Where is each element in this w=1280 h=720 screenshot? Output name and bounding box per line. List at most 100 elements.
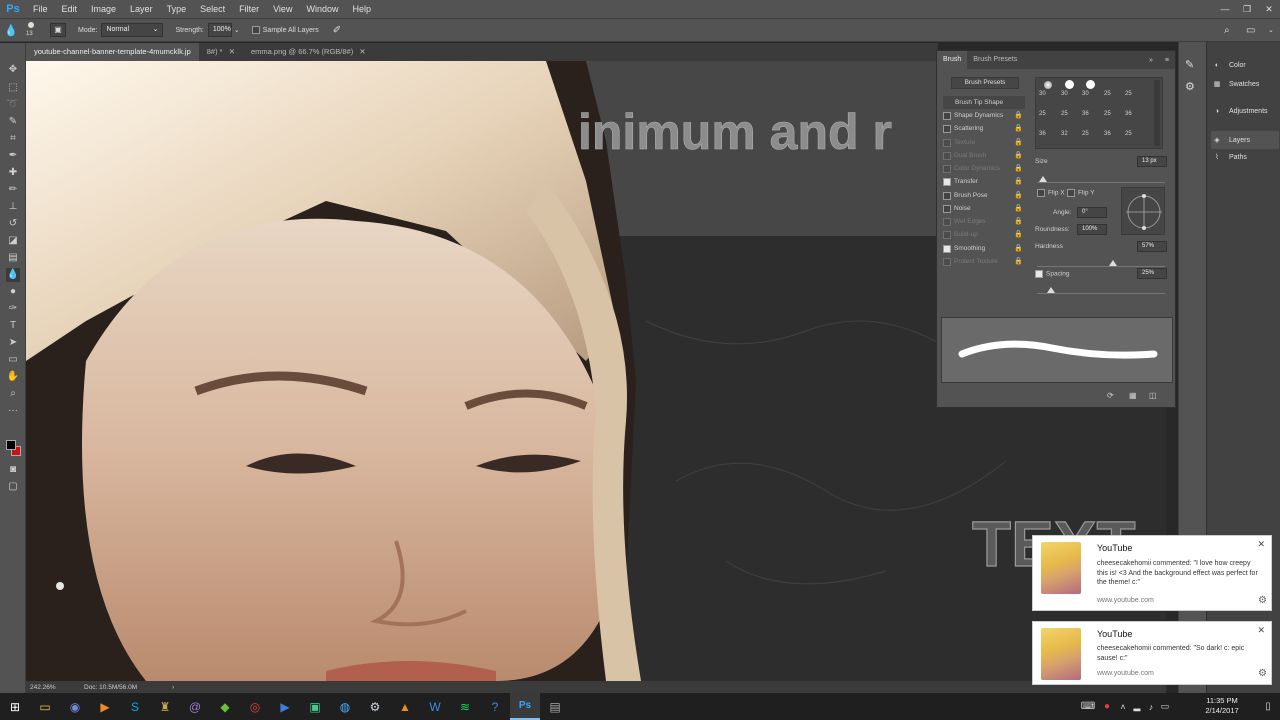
pressure-strength-icon[interactable]: ✐: [333, 25, 341, 36]
action-center-icon[interactable]: ▯: [1256, 693, 1280, 720]
dock-color[interactable]: ◐ Color: [1211, 56, 1279, 74]
browser-globe-icon[interactable]: ◍: [330, 693, 360, 720]
option-checkbox[interactable]: [943, 124, 951, 133]
tab-brush-presets[interactable]: Brush Presets: [967, 51, 1023, 69]
gear-icon[interactable]: ⚙: [1258, 595, 1267, 606]
strength-dropdown-arrow-icon[interactable]: ⌄: [234, 26, 240, 34]
spacing-control[interactable]: Spacing: [1035, 270, 1070, 278]
option-shape-dynamics[interactable]: Shape Dynamics 🔒: [943, 109, 1025, 122]
spacing-checkbox[interactable]: [1035, 270, 1043, 278]
menu-type[interactable]: Type: [160, 4, 194, 14]
tab-brush[interactable]: Brush: [937, 51, 968, 69]
screen-mode-icon[interactable]: ▢: [6, 480, 20, 494]
roundness-field[interactable]: 100%: [1077, 224, 1107, 235]
media-player-icon[interactable]: ▶: [90, 693, 120, 720]
status-arrow-icon[interactable]: ›: [172, 684, 174, 691]
option-smoothing[interactable]: Smoothing 🔒: [943, 242, 1025, 255]
spotify-icon[interactable]: ≋: [450, 693, 480, 720]
menu-file[interactable]: File: [26, 4, 55, 14]
tip-grid-scrollbar[interactable]: [1154, 80, 1160, 146]
photoshop-taskbar-icon[interactable]: Ps: [510, 693, 540, 720]
menu-filter[interactable]: Filter: [232, 4, 266, 14]
option-checkbox[interactable]: [943, 111, 951, 120]
menu-window[interactable]: Window: [299, 4, 345, 14]
menu-edit[interactable]: Edit: [55, 4, 85, 14]
mode-dropdown[interactable]: Normal ⌄: [101, 23, 164, 37]
hardness-slider-thumb[interactable]: [1109, 260, 1117, 266]
flip-y-control[interactable]: Flip Y: [1067, 189, 1095, 197]
tab-youtube-banner[interactable]: youtube-channel-banner-template-4mumcklk…: [26, 43, 199, 61]
marquee-tool-icon[interactable]: ⬚: [6, 81, 20, 95]
quick-mask-icon[interactable]: ◙: [6, 463, 20, 477]
brush-settings-icon[interactable]: ⚙: [1185, 80, 1195, 93]
close-button[interactable]: ✕: [1258, 0, 1280, 18]
hardness-field[interactable]: 57%: [1137, 241, 1167, 252]
quick-select-tool-icon[interactable]: ✎: [6, 115, 20, 129]
option-checkbox[interactable]: [943, 204, 951, 213]
close-icon[interactable]: ✕: [1257, 625, 1265, 636]
dock-paths[interactable]: ⌇ Paths: [1211, 148, 1279, 166]
lock-icon[interactable]: 🔒: [1014, 202, 1023, 215]
brush-size-picker[interactable]: 13: [22, 19, 50, 41]
lock-icon[interactable]: 🔒: [1014, 175, 1023, 188]
rectangle-tool-icon[interactable]: ▭: [6, 353, 20, 367]
history-brush-tool-icon[interactable]: ↺: [6, 217, 20, 231]
option-scattering[interactable]: Scattering 🔒: [943, 122, 1025, 135]
dock-swatches[interactable]: ▦ Swatches: [1211, 75, 1279, 93]
tray-up-icon[interactable]: ˄: [1116, 693, 1130, 720]
path-selection-tool-icon[interactable]: ➤: [6, 336, 20, 350]
skype-icon[interactable]: S: [120, 693, 150, 720]
lock-icon[interactable]: 🔒: [1014, 242, 1023, 255]
move-tool-icon[interactable]: ✥: [6, 63, 20, 77]
angle-field[interactable]: 0°: [1077, 207, 1107, 218]
lock-icon[interactable]: 🔒: [1014, 122, 1023, 135]
windows-start-icon[interactable]: ⊞: [0, 693, 30, 720]
remote-desktop-icon[interactable]: ▤: [540, 693, 570, 720]
panel-menu-icon[interactable]: ≡: [1159, 57, 1175, 64]
brush-panel-toggle-icon[interactable]: ▣: [50, 23, 66, 37]
brush-tool-icon[interactable]: ✏: [6, 183, 20, 197]
chrome-icon[interactable]: ◎: [240, 693, 270, 720]
dock-adjustments[interactable]: ◑ Adjustments: [1211, 102, 1279, 120]
more-tools-icon[interactable]: ···: [6, 404, 20, 418]
toggle-live-tip-icon[interactable]: ⟳: [1107, 391, 1114, 400]
option-brush-tip-shape[interactable]: Brush Tip Shape: [943, 96, 1025, 109]
hand-tool-icon[interactable]: ✋: [6, 370, 20, 384]
angle-roundness-widget[interactable]: [1121, 187, 1165, 235]
volume-icon[interactable]: ♪: [1144, 693, 1158, 720]
size-field[interactable]: 13 px: [1137, 156, 1167, 167]
option-transfer[interactable]: Transfer 🔒: [943, 175, 1025, 188]
brush-tip-hard-icon[interactable]: [1065, 80, 1074, 89]
spacing-field[interactable]: 25%: [1137, 268, 1167, 279]
flip-x-checkbox[interactable]: [1037, 189, 1045, 197]
size-slider-track[interactable]: [1037, 182, 1165, 183]
zoom-level[interactable]: 242.26%: [26, 684, 84, 691]
sample-all-layers-checkbox[interactable]: [251, 26, 260, 34]
minecraft-icon[interactable]: ◆: [210, 693, 240, 720]
minimize-button[interactable]: —: [1214, 0, 1236, 18]
option-checkbox[interactable]: [943, 177, 951, 186]
language-icon[interactable]: ▭: [1158, 693, 1172, 720]
menu-help[interactable]: Help: [345, 4, 378, 14]
menu-select[interactable]: Select: [193, 4, 232, 14]
lock-icon[interactable]: 🔒: [1014, 109, 1023, 122]
menu-layer[interactable]: Layer: [123, 4, 160, 14]
app-swirl-icon[interactable]: @: [180, 693, 210, 720]
video-player-icon[interactable]: ▶: [270, 693, 300, 720]
restore-button[interactable]: ❐: [1236, 0, 1258, 18]
option-checkbox[interactable]: [943, 191, 951, 200]
word-icon[interactable]: W: [420, 693, 450, 720]
foreground-color-swatch[interactable]: [6, 440, 16, 450]
tab-emma-png[interactable]: emma.png @ 66.7% (RGB/8#) ✕: [243, 43, 374, 61]
brush-panel-icon[interactable]: ✎: [1185, 58, 1194, 71]
lasso-tool-icon[interactable]: ➰: [6, 98, 20, 112]
blur-tool-icon[interactable]: 💧: [6, 268, 20, 282]
brush-presets-button[interactable]: Brush Presets: [951, 77, 1019, 89]
help-icon[interactable]: ?: [480, 693, 510, 720]
file-explorer-icon[interactable]: ▭: [30, 693, 60, 720]
spacing-slider-thumb[interactable]: [1047, 287, 1055, 293]
gear-icon[interactable]: ⚙: [1258, 668, 1267, 679]
discord-icon[interactable]: ◉: [60, 693, 90, 720]
hardness-slider-track[interactable]: [1037, 266, 1165, 267]
eraser-tool-icon[interactable]: ◪: [6, 234, 20, 248]
